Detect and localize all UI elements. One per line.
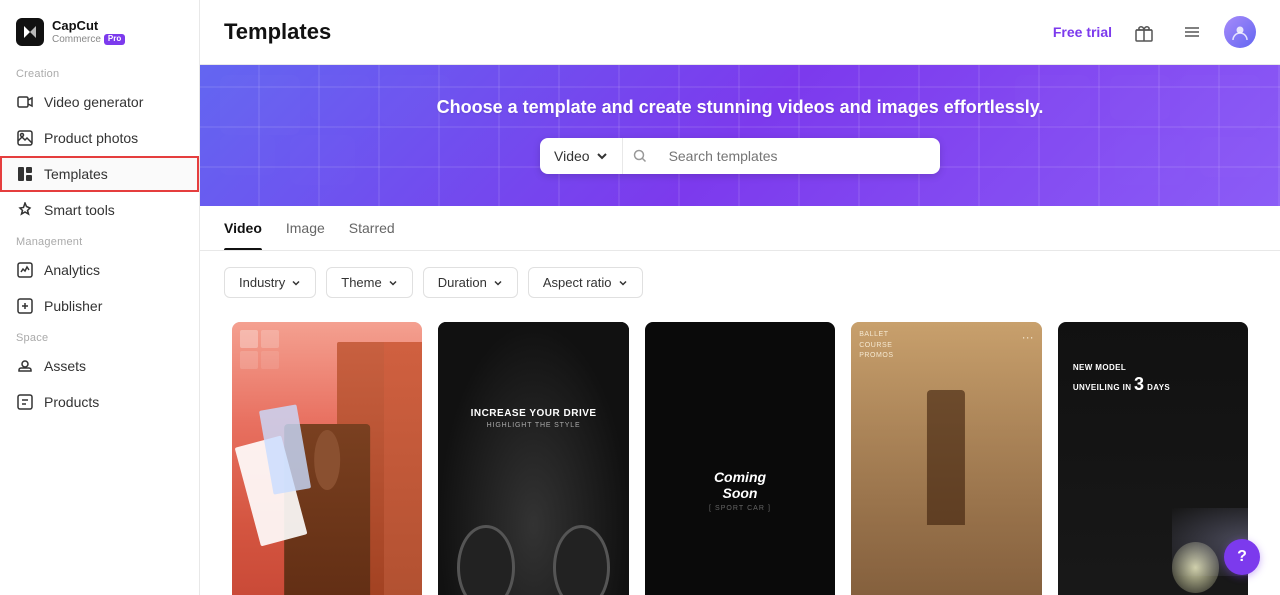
template-thumbnail <box>232 322 422 595</box>
filters-bar: Industry Theme Duration Aspect ratio <box>200 251 1280 314</box>
template-card-ballet[interactable]: Ballet Course Promos ··· BalletClass <box>843 314 1049 595</box>
search-input[interactable] <box>655 138 940 174</box>
management-section-label: Management <box>0 228 199 252</box>
template-card-fashion[interactable] <box>224 314 430 595</box>
sidebar-item-label: Analytics <box>44 262 100 278</box>
sidebar-item-publisher[interactable]: Publisher <box>0 288 199 324</box>
photo-icon <box>16 129 34 147</box>
sidebar-item-assets[interactable]: Assets <box>0 348 199 384</box>
logo-main-text: CapCut <box>52 19 125 33</box>
sidebar-item-label: Publisher <box>44 298 102 314</box>
assets-icon <box>16 357 34 375</box>
free-trial-button[interactable]: Free trial <box>1053 24 1112 40</box>
chevron-down-icon <box>596 150 608 162</box>
gift-icon-button[interactable] <box>1128 16 1160 48</box>
logo-sub-text: Commerce Pro <box>52 34 125 45</box>
chevron-down-icon <box>493 278 503 288</box>
search-type-label: Video <box>554 148 590 164</box>
template-card-auto[interactable]: INCREASE YOUR DRIVE HIGHLIGHT THE STYLE … <box>430 314 636 595</box>
sidebar-item-label: Product photos <box>44 130 138 146</box>
publisher-icon <box>16 297 34 315</box>
chevron-down-icon <box>618 278 628 288</box>
templates-icon <box>16 165 34 183</box>
sidebar-item-product-photos[interactable]: Product photos <box>0 120 199 156</box>
chevron-down-icon <box>291 278 301 288</box>
template-thumbnail: NEW MODELUNVEILING IN 3 DAYS <box>1058 322 1248 595</box>
industry-filter[interactable]: Industry <box>224 267 316 298</box>
smart-icon <box>16 201 34 219</box>
tab-starred[interactable]: Starred <box>349 206 395 250</box>
user-avatar[interactable] <box>1224 16 1256 48</box>
main-content: Templates Free trial <box>200 0 1280 595</box>
search-container: Video <box>540 138 940 174</box>
capcut-logo-icon <box>16 18 44 46</box>
video-icon <box>16 93 34 111</box>
logo: CapCut Commerce Pro <box>0 0 199 60</box>
products-icon <box>16 393 34 411</box>
template-thumbnail: Ballet Course Promos ··· BalletClass <box>851 322 1041 595</box>
aspect-ratio-filter[interactable]: Aspect ratio <box>528 267 643 298</box>
sidebar-item-label: Products <box>44 394 99 410</box>
sidebar-item-products[interactable]: Products <box>0 384 199 420</box>
hero-banner: Choose a template and create stunning vi… <box>200 65 1280 206</box>
space-section-label: Space <box>0 324 199 348</box>
creation-section-label: Creation <box>0 60 199 84</box>
gift-icon <box>1134 22 1154 42</box>
sidebar-item-smart-tools[interactable]: Smart tools <box>0 192 199 228</box>
sidebar-item-label: Templates <box>44 166 108 182</box>
chevron-down-icon <box>388 278 398 288</box>
analytics-icon <box>16 261 34 279</box>
content-area: Choose a template and create stunning vi… <box>200 65 1280 595</box>
sidebar: CapCut Commerce Pro Creation Video gener… <box>0 0 200 595</box>
template-thumbnail: ComingSoon [ SPORT CAR ] <box>645 322 835 595</box>
question-mark-icon: ? <box>1237 548 1247 566</box>
page-header: Templates Free trial <box>200 0 1280 65</box>
tab-image[interactable]: Image <box>286 206 325 250</box>
avatar-icon <box>1230 22 1250 42</box>
template-card-coming-soon[interactable]: ComingSoon [ SPORT CAR ] <box>637 314 843 595</box>
template-thumbnail: INCREASE YOUR DRIVE HIGHLIGHT THE STYLE … <box>438 322 628 595</box>
help-button[interactable]: ? <box>1224 539 1260 575</box>
sidebar-item-templates[interactable]: Templates <box>0 156 199 192</box>
search-icon <box>623 149 655 163</box>
sidebar-item-label: Assets <box>44 358 86 374</box>
sidebar-item-label: Smart tools <box>44 202 115 218</box>
page-title: Templates <box>224 19 331 45</box>
tab-video[interactable]: Video <box>224 206 262 250</box>
content-tabs: Video Image Starred <box>200 206 1280 251</box>
duration-filter[interactable]: Duration <box>423 267 518 298</box>
templates-grid: INCREASE YOUR DRIVE HIGHLIGHT THE STYLE … <box>200 314 1280 595</box>
sidebar-item-video-generator[interactable]: Video generator <box>0 84 199 120</box>
header-actions: Free trial <box>1053 16 1256 48</box>
theme-filter[interactable]: Theme <box>326 267 412 298</box>
logo-text: CapCut Commerce Pro <box>52 19 125 44</box>
sidebar-item-label: Video generator <box>44 94 143 110</box>
banner-decoration <box>200 65 1280 206</box>
menu-icon-button[interactable] <box>1176 16 1208 48</box>
sidebar-item-analytics[interactable]: Analytics <box>0 252 199 288</box>
hamburger-icon <box>1182 22 1202 42</box>
search-type-dropdown[interactable]: Video <box>540 138 623 174</box>
pro-badge: Pro <box>104 34 125 45</box>
banner-headline: Choose a template and create stunning vi… <box>437 97 1044 118</box>
